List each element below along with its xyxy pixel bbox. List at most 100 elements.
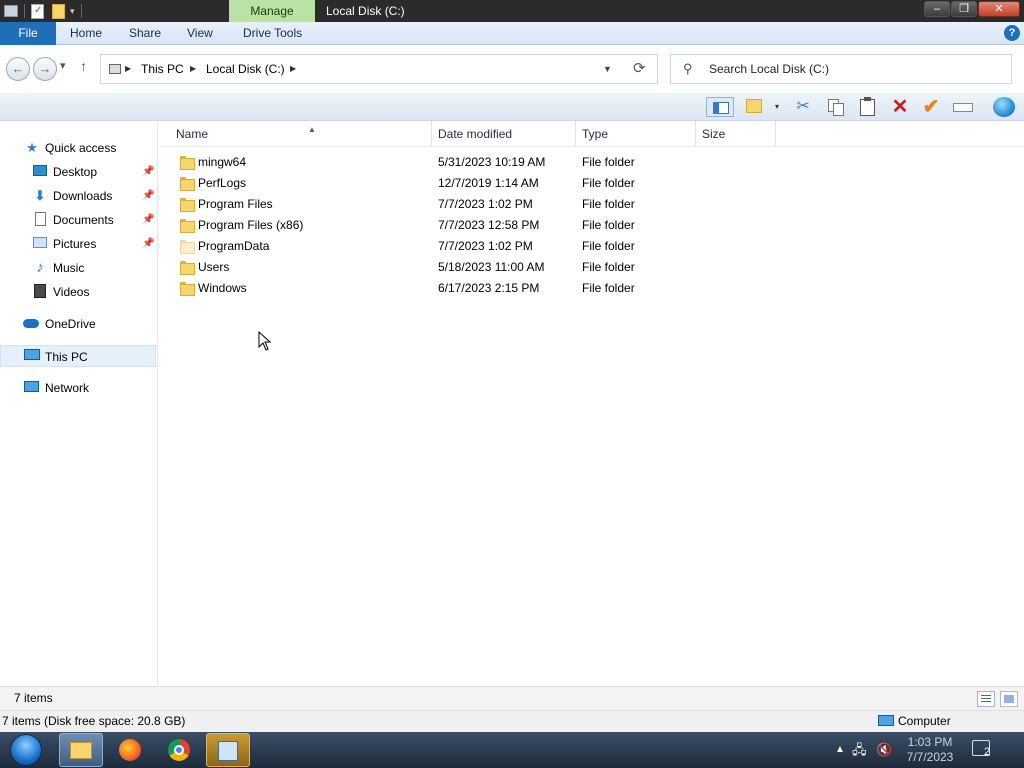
nav-pictures[interactable]: Pictures 📌	[0, 233, 156, 255]
nav-desktop[interactable]: Desktop 📌	[0, 161, 156, 183]
desktop-icon	[32, 164, 48, 180]
control-panel-icon	[218, 741, 238, 761]
table-row[interactable]: Program Files 7/7/2023 1:02 PM File fold…	[160, 194, 1024, 215]
onedrive-cloud-icon	[23, 316, 39, 332]
file-type: File folder	[582, 155, 635, 169]
clock-date: 7/7/2023	[906, 750, 954, 764]
details-view-icon[interactable]	[977, 691, 995, 707]
sort-ascending-icon: ▲	[308, 125, 316, 134]
new-folder-icon[interactable]	[52, 3, 65, 19]
folder-icon	[180, 177, 195, 191]
close-button[interactable]: ✕	[978, 1, 1020, 17]
nav-onedrive[interactable]: OneDrive	[0, 313, 156, 335]
start-button[interactable]	[6, 733, 46, 767]
table-row[interactable]: Users 5/18/2023 11:00 AM File folder	[160, 257, 1024, 278]
preview-pane-icon[interactable]	[706, 97, 734, 117]
delete-icon[interactable]: ✕	[889, 97, 911, 117]
taskbar-file-explorer[interactable]	[59, 733, 103, 767]
clock[interactable]: 1:03 PM 7/7/2023	[905, 735, 955, 765]
pictures-icon	[32, 236, 48, 252]
tab-file[interactable]: File	[0, 22, 56, 45]
customize-qa-chevron-icon[interactable]: ▾	[70, 6, 75, 17]
refresh-icon[interactable]: ⟳	[633, 55, 646, 83]
command-toolbar: ▾ ✂ ✕ ✔	[0, 93, 1024, 121]
properties-icon[interactable]: ✓	[31, 3, 44, 19]
tab-drive-tools[interactable]: Drive Tools	[243, 22, 302, 45]
large-icons-view-icon[interactable]	[1000, 691, 1018, 707]
folder-icon	[180, 261, 195, 275]
show-hidden-icons-chevron-icon[interactable]: ▲	[835, 732, 845, 768]
column-header-name[interactable]: Name ▲	[170, 121, 432, 147]
address-bar[interactable]: ▶ This PC ▶ Local Disk (C:) ▶ ▼ ⟳	[100, 54, 658, 84]
nav-this-pc-label: This PC	[45, 350, 88, 364]
taskbar: ▲ 🖧 🔇 1:03 PM 7/7/2023 2	[0, 732, 1024, 768]
nav-downloads[interactable]: ⬇ Downloads 📌	[0, 185, 156, 207]
drive-icon	[109, 64, 121, 74]
file-date: 7/7/2023 12:58 PM	[438, 218, 540, 232]
nav-this-pc[interactable]: This PC	[0, 345, 156, 367]
column-header-date-modified[interactable]: Date modified	[432, 121, 576, 147]
address-row: ← → ▾ ↑ ▶ This PC ▶ Local Disk (C:) ▶ ▼ …	[0, 45, 1024, 93]
file-name: Program Files	[198, 197, 273, 211]
details-bar: 7 items (Disk free space: 20.8 GB) Compu…	[0, 710, 1024, 732]
tab-home[interactable]: Home	[70, 22, 102, 45]
minimize-button[interactable]: –	[924, 1, 950, 17]
breadcrumb-local-disk[interactable]: Local Disk (C:)	[206, 55, 285, 83]
properties-toolbar-icon[interactable]	[744, 97, 766, 117]
file-type: File folder	[582, 218, 635, 232]
help-icon[interactable]: ?	[1004, 25, 1020, 41]
nav-videos[interactable]: Videos	[0, 281, 156, 303]
copy-icon[interactable]	[825, 97, 847, 117]
mouse-cursor-icon	[258, 331, 272, 351]
network-tray-icon[interactable]: 🖧	[852, 732, 867, 768]
taskbar-control-panel[interactable]	[206, 733, 250, 767]
hidden-folder-icon	[180, 240, 195, 254]
nav-quick-access[interactable]: ★ Quick access	[0, 137, 156, 159]
rename-check-icon[interactable]: ✔	[920, 97, 942, 117]
restore-button[interactable]: ❐	[951, 1, 977, 17]
taskbar-chrome[interactable]	[157, 733, 201, 767]
nav-pictures-label: Pictures	[53, 237, 97, 251]
pin-icon: 📌	[142, 214, 155, 225]
folder-icon	[180, 156, 195, 170]
address-dropdown-chevron-icon[interactable]: ▼	[603, 55, 612, 83]
nav-network[interactable]: Network	[0, 377, 156, 399]
column-header-type[interactable]: Type	[576, 121, 696, 147]
table-row[interactable]: PerfLogs 12/7/2019 1:14 AM File folder	[160, 173, 1024, 194]
breadcrumb-separator-icon[interactable]: ▶	[190, 55, 196, 83]
taskbar-firefox[interactable]	[108, 733, 152, 767]
breadcrumb-this-pc[interactable]: This PC	[141, 55, 184, 83]
paste-icon[interactable]	[857, 97, 879, 117]
rename-icon[interactable]	[952, 97, 974, 117]
table-row[interactable]: Windows 6/17/2023 2:15 PM File folder	[160, 278, 1024, 299]
forward-button[interactable]: →	[33, 57, 57, 81]
table-row[interactable]: Program Files (x86) 7/7/2023 12:58 PM Fi…	[160, 215, 1024, 236]
network-globe-icon[interactable]	[992, 97, 1015, 117]
cut-icon[interactable]: ✂	[792, 97, 814, 117]
status-bar: 7 items	[0, 686, 1024, 710]
search-input[interactable]: ⚲ Search Local Disk (C:)	[670, 54, 1012, 84]
table-row[interactable]: ProgramData 7/7/2023 1:02 PM File folder	[160, 236, 1024, 257]
nav-documents[interactable]: Documents 📌	[0, 209, 156, 231]
windows-logo-icon	[10, 734, 42, 766]
back-button[interactable]: ←	[6, 57, 30, 81]
ribbon-tabs: File Home Share View Drive Tools ?	[0, 22, 1024, 45]
documents-icon	[32, 212, 48, 228]
column-header-size[interactable]: Size	[696, 121, 776, 147]
file-name: Windows	[198, 281, 247, 295]
nav-music[interactable]: ♪ Music	[0, 257, 156, 279]
downloads-icon: ⬇	[34, 188, 46, 203]
up-button[interactable]: ↑	[80, 58, 87, 74]
volume-muted-icon[interactable]: 🔇	[876, 732, 892, 768]
table-row[interactable]: mingw64 5/31/2023 10:19 AM File folder	[160, 152, 1024, 173]
breadcrumb-separator-icon[interactable]: ▶	[125, 55, 131, 83]
breadcrumb-separator-icon[interactable]: ▶	[290, 55, 296, 83]
properties-dropdown-chevron-icon[interactable]: ▾	[772, 97, 782, 117]
file-name: Program Files (x86)	[198, 218, 304, 232]
tab-view[interactable]: View	[187, 22, 213, 45]
recent-locations-chevron-icon[interactable]: ▾	[60, 59, 66, 72]
file-name: mingw64	[198, 155, 247, 169]
pin-icon: 📌	[142, 238, 155, 249]
manage-tab[interactable]: Manage	[229, 0, 315, 22]
tab-share[interactable]: Share	[129, 22, 161, 45]
